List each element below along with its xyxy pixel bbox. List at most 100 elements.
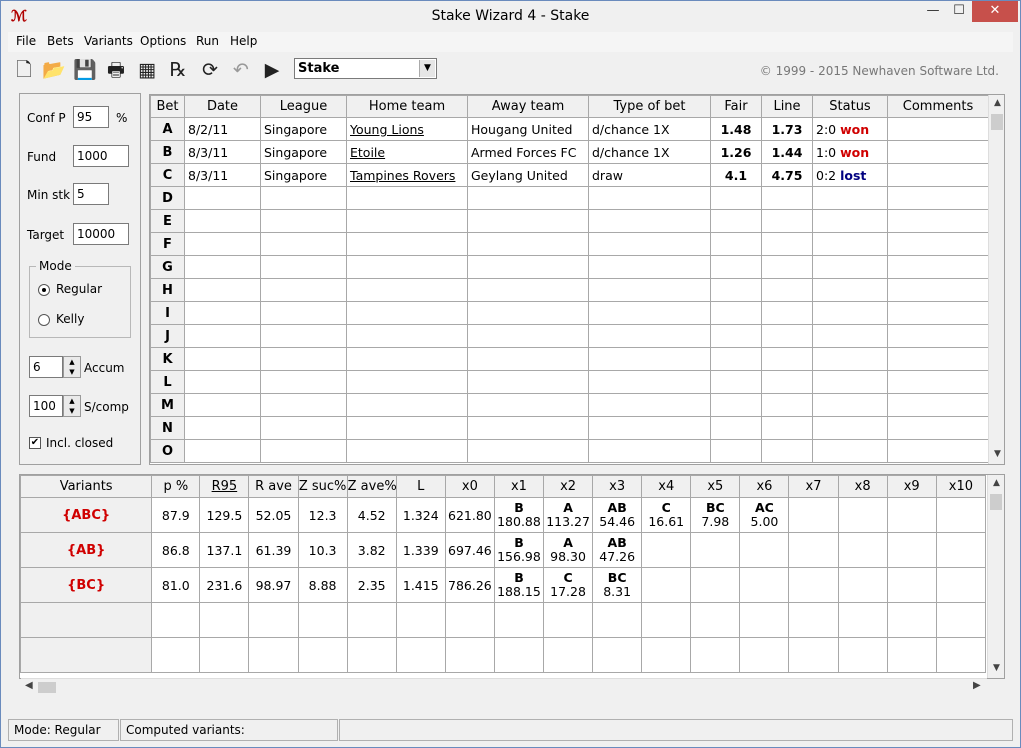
bet-home-team[interactable]: Tampines Rovers bbox=[346, 163, 468, 187]
variant-row-empty[interactable] bbox=[20, 637, 987, 673]
bets-col-league[interactable]: League bbox=[260, 95, 347, 118]
bet-cell[interactable] bbox=[710, 370, 762, 394]
variant-name[interactable]: {AB} bbox=[20, 532, 153, 568]
variants-col-c4[interactable]: Z suc% bbox=[297, 475, 348, 498]
bet-cell[interactable] bbox=[184, 439, 261, 463]
bet-cell[interactable] bbox=[812, 439, 888, 463]
bet-id[interactable]: F bbox=[150, 232, 185, 256]
bet-cell[interactable] bbox=[346, 439, 468, 463]
variants-col-name[interactable]: Variants bbox=[20, 475, 153, 498]
bet-cell[interactable] bbox=[887, 209, 989, 233]
bet-cell[interactable] bbox=[710, 209, 762, 233]
variant-name[interactable] bbox=[20, 602, 153, 638]
bet-cell[interactable] bbox=[710, 416, 762, 440]
bet-cell[interactable] bbox=[761, 439, 813, 463]
bet-cell[interactable] bbox=[260, 301, 347, 325]
bet-id[interactable]: E bbox=[150, 209, 185, 233]
bet-row-empty[interactable]: K bbox=[150, 347, 989, 371]
minimize-button[interactable]: — bbox=[920, 1, 946, 22]
print-icon[interactable]: 🖶 bbox=[104, 58, 128, 82]
bet-home-team-link[interactable]: Tampines Rovers bbox=[350, 168, 455, 183]
bet-status[interactable]: 1:0 won bbox=[812, 140, 888, 164]
bet-cell[interactable] bbox=[887, 439, 989, 463]
bet-row[interactable]: A 8/2/11 Singapore Young Lions Hougang Unite… bbox=[150, 117, 989, 141]
bet-cell[interactable] bbox=[588, 393, 711, 417]
bet-cell[interactable] bbox=[588, 370, 711, 394]
bet-row-empty[interactable]: E bbox=[150, 209, 989, 233]
bet-cell[interactable] bbox=[346, 301, 468, 325]
variant-name[interactable] bbox=[20, 637, 153, 673]
bet-cell[interactable] bbox=[467, 439, 589, 463]
bets-vertical-scrollbar[interactable]: ▲ ▼ bbox=[988, 95, 1004, 464]
variants-vertical-scrollbar[interactable]: ▲ ▼ bbox=[987, 475, 1004, 678]
bet-row-empty[interactable]: O bbox=[150, 439, 989, 463]
bet-row-empty[interactable]: D bbox=[150, 186, 989, 210]
bet-row[interactable]: C 8/3/11 Singapore Tampines Rovers Geylang U… bbox=[150, 163, 989, 187]
bet-cell[interactable] bbox=[346, 324, 468, 348]
bet-id[interactable]: B bbox=[150, 140, 185, 164]
variants-horizontal-scrollbar[interactable]: ◀ ▶ bbox=[21, 678, 987, 695]
bet-id[interactable]: D bbox=[150, 186, 185, 210]
variants-col-c5[interactable]: Z ave% bbox=[346, 475, 397, 498]
scroll-down-icon[interactable]: ▼ bbox=[989, 449, 1004, 459]
menu-file[interactable]: File bbox=[16, 34, 36, 48]
bet-cell[interactable] bbox=[710, 324, 762, 348]
bet-cell[interactable] bbox=[812, 393, 888, 417]
bet-cell[interactable] bbox=[184, 209, 261, 233]
conf-p-input[interactable]: 95 bbox=[73, 106, 109, 128]
bet-cell[interactable] bbox=[710, 393, 762, 417]
variants-col-c6[interactable]: L bbox=[395, 475, 446, 498]
bet-cell[interactable] bbox=[588, 232, 711, 256]
bet-status[interactable]: 0:2 lost bbox=[812, 163, 888, 187]
bet-cell[interactable] bbox=[588, 416, 711, 440]
bet-cell[interactable] bbox=[184, 232, 261, 256]
bet-cell[interactable] bbox=[761, 278, 813, 302]
scroll-up-icon[interactable]: ▲ bbox=[988, 478, 1004, 488]
bet-row-empty[interactable]: M bbox=[150, 393, 989, 417]
scroll-thumb[interactable] bbox=[990, 494, 1002, 510]
bet-id[interactable]: G bbox=[150, 255, 185, 279]
refresh-icon[interactable]: ⟳ bbox=[198, 58, 222, 82]
bet-cell[interactable] bbox=[887, 393, 989, 417]
variants-col-c12[interactable]: x5 bbox=[690, 475, 741, 498]
bets-col-home-team[interactable]: Home team bbox=[346, 95, 468, 118]
accum-input[interactable]: 6 bbox=[29, 356, 63, 378]
bet-cell[interactable] bbox=[184, 393, 261, 417]
bet-cell[interactable] bbox=[184, 416, 261, 440]
bet-id[interactable]: I bbox=[150, 301, 185, 325]
bet-row-empty[interactable]: L bbox=[150, 370, 989, 394]
stake-select[interactable]: Stake ▼ bbox=[294, 58, 437, 79]
bet-cell[interactable] bbox=[812, 209, 888, 233]
bet-cell[interactable] bbox=[812, 416, 888, 440]
bet-cell[interactable] bbox=[260, 209, 347, 233]
bet-cell[interactable] bbox=[184, 370, 261, 394]
bet-league[interactable]: Singapore bbox=[260, 163, 347, 187]
menu-variants[interactable]: Variants bbox=[84, 34, 133, 48]
bet-cell[interactable] bbox=[761, 255, 813, 279]
bet-cell[interactable] bbox=[260, 393, 347, 417]
bet-cell[interactable] bbox=[887, 370, 989, 394]
menu-run[interactable]: Run bbox=[196, 34, 219, 48]
bet-fair[interactable]: 1.48 bbox=[710, 117, 762, 141]
bet-fair[interactable]: 1.26 bbox=[710, 140, 762, 164]
bet-cell[interactable] bbox=[887, 347, 989, 371]
variants-col-c11[interactable]: x4 bbox=[641, 475, 692, 498]
bets-col-comments[interactable]: Comments bbox=[887, 95, 989, 118]
bet-cell[interactable] bbox=[710, 439, 762, 463]
scomp-stepper[interactable]: ▲ ▼ bbox=[63, 395, 81, 417]
bets-col-type[interactable]: Type of bet bbox=[588, 95, 711, 118]
bet-cell[interactable] bbox=[812, 255, 888, 279]
variants-col-c3[interactable]: R ave bbox=[248, 475, 299, 498]
bet-cell[interactable] bbox=[761, 301, 813, 325]
min-stk-input[interactable]: 5 bbox=[73, 183, 109, 205]
run-icon[interactable]: ▶ bbox=[260, 58, 284, 82]
variants-col-c17[interactable]: x10 bbox=[935, 475, 987, 498]
bet-comments[interactable] bbox=[887, 163, 989, 187]
title-bar[interactable]: ℳ Stake Wizard 4 - Stake — ☐ ✕ bbox=[1, 1, 1020, 32]
bet-cell[interactable] bbox=[260, 347, 347, 371]
bet-cell[interactable] bbox=[467, 278, 589, 302]
mode-kelly-radio[interactable] bbox=[38, 314, 50, 326]
bet-cell[interactable] bbox=[260, 370, 347, 394]
scroll-left-icon[interactable]: ◀ bbox=[25, 680, 33, 691]
bet-row-empty[interactable]: F bbox=[150, 232, 989, 256]
